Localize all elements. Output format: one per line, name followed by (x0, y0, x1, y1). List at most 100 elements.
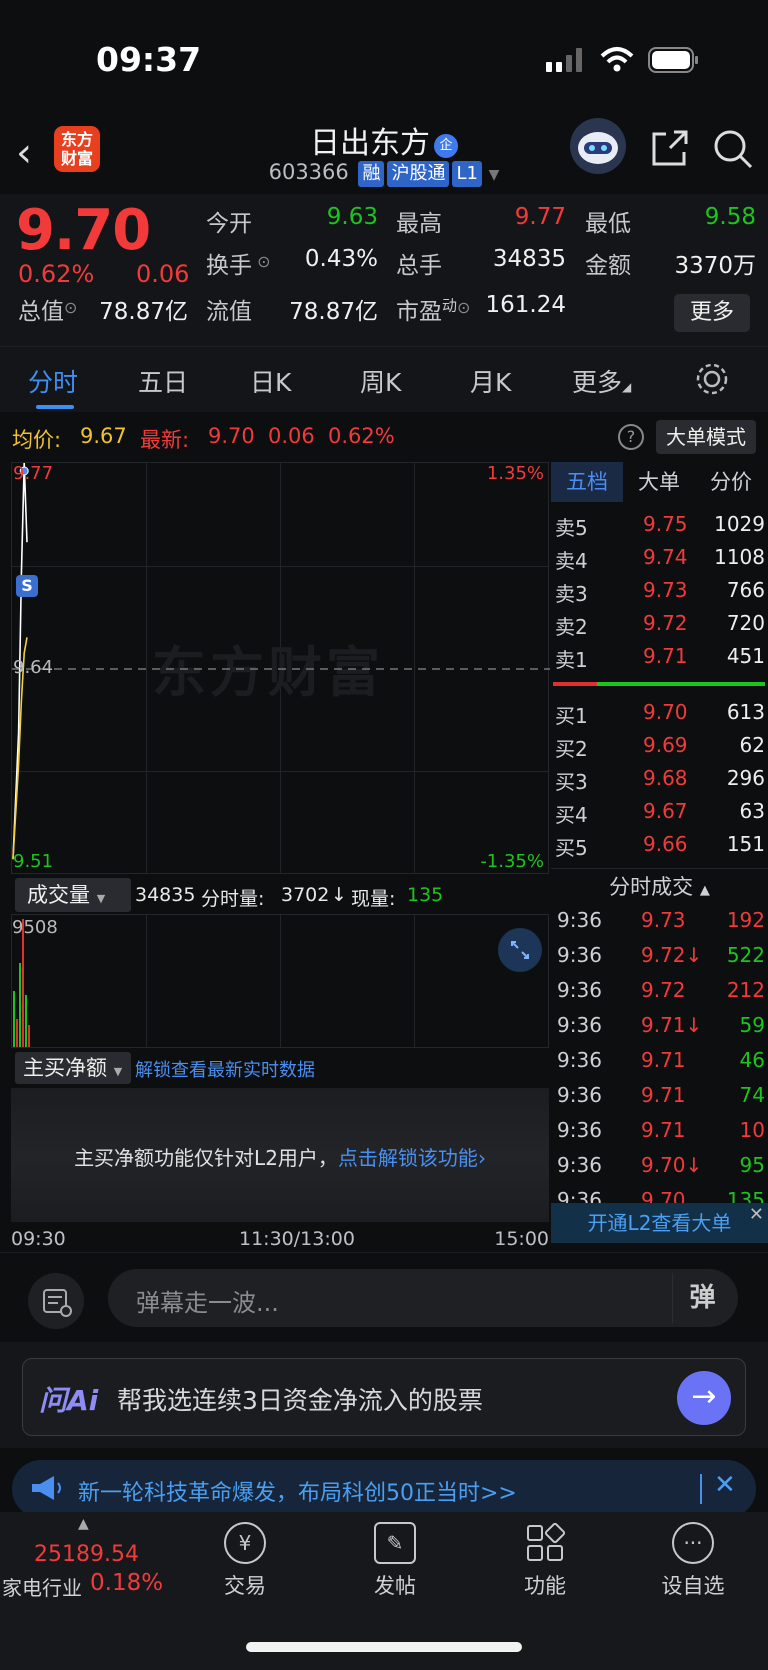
trade-volume: 192 (726, 908, 765, 932)
nav-post[interactable]: ✎ 发帖 (350, 1522, 440, 1600)
trade-price: 9.72↓ (641, 943, 703, 967)
stock-header: ‹ 东方财富 日出东方企 603366 融沪股通 L1 ▼ (0, 110, 768, 194)
time-close: 15:00 (494, 1228, 549, 1250)
danmu-settings-icon[interactable] (28, 1273, 84, 1329)
open-label: 今开 (206, 211, 252, 237)
status-bar: 09:37 (0, 0, 768, 110)
ai-section: 问Ai 帮我选连续3日资金净流入的股票 → (0, 1342, 768, 1448)
bid-label: 买5 (555, 836, 588, 860)
ask-label: 卖4 (555, 549, 588, 573)
ask-volume: 1108 (714, 545, 765, 569)
promo-banner[interactable]: 新一轮科技革命爆发，布局科创50正当时>> ✕ (12, 1460, 756, 1518)
bid-label: 买3 (555, 770, 588, 794)
trades-header[interactable]: 分时成交 ▲ (551, 868, 768, 904)
ask-volume: 1029 (714, 512, 765, 536)
sell-signal-marker[interactable]: S (16, 575, 38, 597)
bid-row: 买5 9.66 151 (555, 832, 765, 864)
bid-volume: 296 (726, 766, 765, 790)
latest-price: 9.70 (208, 424, 255, 448)
ai-prompt-box[interactable]: 问Ai 帮我选连续3日资金净流入的股票 → (22, 1358, 746, 1436)
y-axis-high: 9.77 (13, 463, 54, 484)
net-buy-panel: 主买净额功能仅针对L2用户，点击解锁该功能› (11, 1088, 549, 1222)
pe-superscript: 动 (442, 296, 458, 315)
trade-volume: 212 (726, 978, 765, 1002)
nav-add-watchlist[interactable]: ··· 设自选 (648, 1522, 738, 1600)
tab-five-levels[interactable]: 五档 (551, 462, 623, 502)
bid-row: 买3 9.68 296 (555, 766, 765, 798)
trade-price: 9.71↓ (641, 1013, 703, 1037)
more-button[interactable]: 更多 (674, 294, 750, 332)
bid-volume: 62 (739, 733, 765, 757)
tab-five-day[interactable]: 五日 (138, 363, 188, 399)
trade-volume: 95 (739, 1153, 765, 1177)
unlock-feature-link[interactable]: 点击解锁该功能 (338, 1146, 478, 1170)
big-order-mode-button[interactable]: 大单模式 (656, 420, 756, 454)
nav-trade[interactable]: ¥ 交易 (200, 1522, 290, 1600)
expand-icon[interactable] (498, 928, 542, 972)
open-l2-banner[interactable]: 开通L2查看大单 ✕ (551, 1203, 768, 1243)
trade-row: 9:36 9.71 46 (557, 1048, 765, 1082)
trade-row: 9:36 9.71↓ 59 (557, 1013, 765, 1047)
trade-time: 9:36 (557, 1153, 602, 1177)
sector-name[interactable]: 家电行业 (2, 1572, 82, 1601)
market-cap-value: 78.87亿 (99, 299, 188, 325)
intraday-chart[interactable]: 东方财富 9.77 9.64 9.51 1.35% -1.35% S (11, 462, 550, 874)
close-icon[interactable]: ✕ (714, 1470, 736, 1500)
ask-row: 卖2 9.72 720 (555, 611, 765, 643)
turnover-label: 换手 ⊙ (206, 246, 271, 280)
net-buy-dropdown[interactable]: 主买净额 ▼ (15, 1052, 131, 1084)
home-indicator (246, 1642, 522, 1652)
current-volume-label: 现量: (351, 888, 396, 910)
tab-big-orders[interactable]: 大单 (623, 462, 695, 502)
info-dots-icon[interactable]: ⊙ (64, 298, 77, 317)
trade-row: 9:36 9.73 192 (557, 908, 765, 942)
share-icon[interactable] (650, 128, 690, 168)
net-buy-dropdown-label: 主买净额 (23, 1056, 107, 1080)
close-icon[interactable]: ✕ (749, 1195, 764, 1235)
info-dots-icon[interactable]: ⊙ (457, 298, 470, 317)
trade-time: 9:36 (557, 1083, 602, 1107)
robot-assistant-icon[interactable] (570, 118, 626, 174)
nav-functions[interactable]: 功能 (500, 1522, 590, 1600)
gear-icon[interactable] (694, 361, 730, 397)
ask-row: 卖3 9.73 766 (555, 578, 765, 610)
caret-up-icon: ▲ (78, 1516, 89, 1532)
volume-chart[interactable]: 9508 (11, 914, 549, 1048)
ask-volume: 720 (726, 611, 765, 635)
trades-title: 分时成交 (609, 875, 694, 899)
ask-label: 卖1 (555, 648, 588, 672)
sell-ratio-fill (553, 682, 597, 686)
search-icon[interactable] (712, 128, 754, 170)
unlock-data-link[interactable]: 解锁查看最新实时数据 (135, 1056, 315, 1082)
net-buy-bar: 主买净额 ▼ 解锁查看最新实时数据 (11, 1050, 549, 1086)
arrow-right-icon[interactable]: → (677, 1371, 731, 1425)
chevron-right-icon: › (477, 1146, 486, 1170)
market-cap-label: 总值⊙ (18, 292, 77, 326)
bid-label: 买1 (555, 704, 588, 728)
trade-price: 9.72 (641, 978, 686, 1002)
bid-price: 9.68 (643, 766, 688, 790)
trade-price: 9.70↓ (641, 1153, 703, 1177)
sector-percent: 0.18% (90, 1570, 164, 1596)
danmu-input[interactable]: 弹幕走一波... 弹 (108, 1269, 738, 1327)
tab-more[interactable]: 更多◢ (572, 363, 631, 399)
tab-monthly-k[interactable]: 月K (470, 363, 511, 399)
volume-dropdown-label: 成交量 (27, 883, 90, 907)
ask-price: 9.74 (643, 545, 688, 569)
volume-dropdown[interactable]: 成交量 ▼ (15, 878, 131, 912)
tab-weekly-k[interactable]: 周K (360, 363, 401, 399)
tab-daily-k[interactable]: 日K (250, 363, 291, 399)
latest-percent: 0.62% (328, 424, 395, 448)
danmu-toggle-button[interactable]: 弹 (672, 1273, 732, 1323)
info-dots-icon[interactable]: ⊙ (252, 252, 270, 271)
avg-value: 9.67 (80, 424, 127, 448)
float-cap-value: 78.87亿 (289, 299, 378, 325)
bid-volume: 63 (739, 799, 765, 823)
signal-icon (546, 48, 582, 72)
help-icon[interactable]: ? (618, 424, 644, 450)
tag-connect: 沪股通 (387, 161, 450, 187)
tab-intraday[interactable]: 分时 (28, 363, 78, 399)
tab-price-dist[interactable]: 分价 (695, 462, 767, 502)
chart-tabs: 分时 五日 日K 周K 月K 更多◢ (0, 346, 768, 412)
sector-index-value[interactable]: 25189.54 (34, 1542, 139, 1567)
